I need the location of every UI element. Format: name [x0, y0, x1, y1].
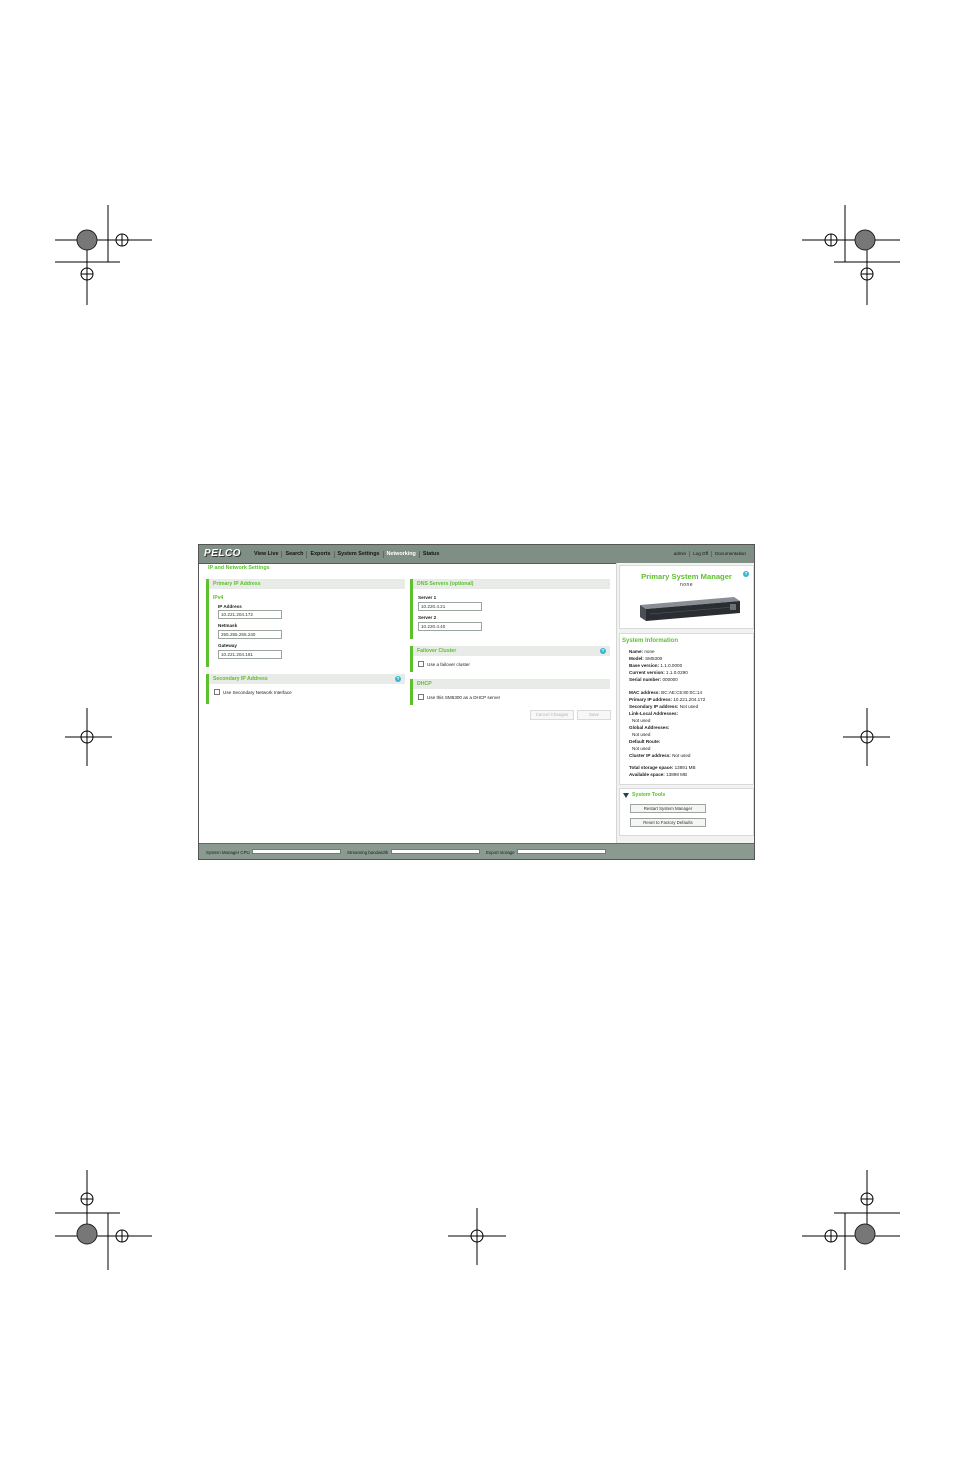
- nav-log-off[interactable]: Log Off: [690, 551, 713, 557]
- reset-factory-defaults-button[interactable]: Reset to Factory Defaults: [630, 818, 706, 827]
- cancel-changes-button[interactable]: Cancel Changes: [530, 710, 574, 720]
- failover-checkbox[interactable]: [418, 661, 424, 667]
- netmask-label: Netmask: [218, 623, 238, 628]
- export-storage-label: Export storage: [486, 850, 515, 855]
- info-secondary-ip: Secondary IP address: Not used: [629, 704, 699, 709]
- info-mac-address: MAC address: BC:AE:C5:80:0C:14: [629, 690, 703, 695]
- help-icon[interactable]: ?: [395, 676, 401, 682]
- failover-header: Failover Cluster ?: [413, 646, 610, 656]
- failover-panel: Failover Cluster ? Use a failover cluste…: [410, 646, 610, 672]
- info-available-space: Available space: 13898 MB: [629, 772, 688, 777]
- info-base-version: Base version: 1.1.0.0000: [629, 663, 683, 668]
- cpu-meter: [252, 849, 341, 854]
- triangle-down-icon[interactable]: [623, 793, 629, 798]
- server-image: [640, 597, 740, 621]
- main-nav: View Live Search Exports System Settings…: [251, 545, 442, 563]
- user-nav: admin Log Off Documentation: [671, 545, 749, 563]
- bandwidth-meter: [391, 849, 480, 854]
- info-cluster-ip: Cluster IP address: Not used: [629, 753, 691, 758]
- dhcp-header: DHCP: [413, 679, 610, 689]
- info-link-local: Link-Local Addresses:: [629, 711, 679, 716]
- status-bar: System Manager CPU Streaming bandwidth E…: [199, 843, 754, 859]
- ip-address-label: IP Address: [218, 604, 242, 609]
- secondary-interface-label: Use Secondary Network Interface: [223, 689, 292, 695]
- info-model: Model: SM5300: [629, 656, 663, 661]
- top-nav-bar: PELCO View Live Search Exports System Se…: [199, 545, 754, 564]
- dhcp-panel: DHCP Use this SM5300 as a DHCP server: [410, 679, 610, 705]
- page-title: IP and Network Settings: [208, 565, 270, 571]
- dns-server2-field[interactable]: 10.220.4.40: [418, 622, 482, 631]
- dhcp-checkbox-label: Use this SM5300 as a DHCP server: [427, 694, 501, 700]
- nav-exports[interactable]: Exports: [307, 550, 335, 558]
- nav-status[interactable]: Status: [420, 551, 442, 558]
- info-current-version: Current version: 1.1.0.0290: [629, 670, 688, 675]
- right-sidebar: Primary System Manager ? none System Inf…: [616, 563, 754, 843]
- psm-name: none: [679, 582, 694, 588]
- info-serial-number: Serial number: 000000: [629, 677, 678, 682]
- gateway-label: Gateway: [218, 643, 237, 648]
- secondary-interface-checkbox[interactable]: [214, 689, 220, 695]
- dns-server1-field[interactable]: 10.220.4.21: [418, 602, 482, 611]
- nav-system-settings[interactable]: System Settings: [335, 550, 384, 558]
- dns-panel: DNS Servers (optional) Server 1 10.220.4…: [410, 579, 610, 639]
- secondary-ip-panel: Secondary IP Address ? Use Secondary Net…: [206, 674, 405, 704]
- psm-title: Primary System Manager: [641, 572, 732, 581]
- ip-address-field[interactable]: 10.221.204.172: [218, 610, 282, 619]
- info-default-route: Default Route:: [629, 739, 661, 744]
- dhcp-checkbox-row[interactable]: Use this SM5300 as a DHCP server: [418, 694, 500, 700]
- application-window: PELCO View Live Search Exports System Se…: [198, 544, 755, 860]
- system-information-panel: System Information Name: none Model: SM5…: [619, 633, 754, 785]
- save-button[interactable]: Save: [577, 710, 611, 720]
- help-icon[interactable]: ?: [743, 571, 749, 577]
- dns-header: DNS Servers (optional): [413, 579, 610, 589]
- nav-user-admin[interactable]: admin: [671, 551, 691, 557]
- export-storage-meter: [517, 849, 606, 854]
- system-tools-title[interactable]: System Tools: [632, 792, 665, 798]
- failover-checkbox-row[interactable]: Use a failover cluster: [418, 661, 470, 667]
- ipv4-subheader: IPv4: [213, 595, 224, 601]
- info-name: Name: none: [629, 649, 655, 654]
- help-icon[interactable]: ?: [600, 648, 606, 654]
- system-information-title: System Information: [622, 638, 679, 644]
- nav-documentation[interactable]: Documentation: [712, 551, 749, 557]
- netmask-field[interactable]: 255.255.255.240: [218, 630, 282, 639]
- dhcp-checkbox[interactable]: [418, 694, 424, 700]
- bandwidth-label: Streaming bandwidth: [347, 850, 389, 855]
- nav-networking[interactable]: Networking: [384, 550, 420, 558]
- secondary-ip-header: Secondary IP Address ?: [209, 674, 405, 684]
- restart-system-manager-button[interactable]: Restart System Manager: [630, 804, 706, 813]
- primary-ip-panel: Primary IP Address IPv4 IP Address 10.22…: [206, 579, 405, 667]
- gateway-field[interactable]: 10.221.204.161: [218, 650, 282, 659]
- info-global-value: Not used: [632, 732, 651, 737]
- primary-ip-header: Primary IP Address: [209, 579, 405, 589]
- cpu-label: System Manager CPU: [206, 850, 250, 855]
- failover-checkbox-label: Use a failover cluster: [427, 661, 470, 667]
- info-global-addresses: Global Addresses:: [629, 725, 670, 730]
- nav-search[interactable]: Search: [282, 550, 308, 558]
- dns-server2-label: Server 2: [418, 615, 437, 620]
- info-link-local-value: Not used: [632, 718, 651, 723]
- info-primary-ip: Primary IP address: 10.221.204.172: [629, 697, 706, 702]
- primary-system-manager-card: Primary System Manager ? none: [619, 565, 754, 629]
- failover-header-label: Failover Cluster: [417, 648, 457, 654]
- system-tools-panel: System Tools Restart System Manager Rese…: [619, 788, 754, 836]
- secondary-ip-header-label: Secondary IP Address: [213, 676, 268, 682]
- info-default-route-value: Not used: [632, 746, 651, 751]
- dns-server1-label: Server 1: [418, 595, 437, 600]
- nav-view-live[interactable]: View Live: [251, 550, 283, 558]
- pelco-logo: PELCO: [204, 548, 241, 559]
- info-total-storage: Total storage space: 13891 MB: [629, 765, 696, 770]
- secondary-interface-checkbox-row[interactable]: Use Secondary Network Interface: [214, 689, 292, 695]
